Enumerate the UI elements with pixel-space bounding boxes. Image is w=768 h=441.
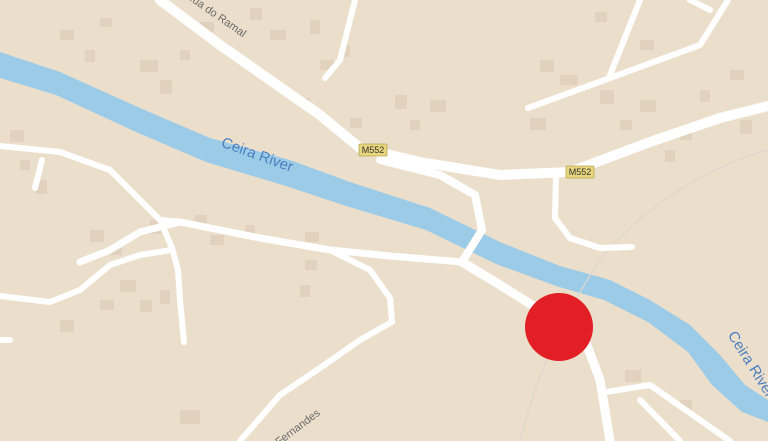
map-view[interactable]: M552 M552 Ceira River Ceira River Rua do… [0, 0, 768, 441]
route-shield-m552-1: M552 [358, 143, 388, 157]
map-canvas: M552 M552 Ceira River Ceira River Rua do… [0, 0, 768, 441]
route-shield-label: M552 [569, 167, 592, 177]
land-background [0, 0, 768, 441]
location-dot-icon[interactable] [525, 293, 593, 361]
route-shield-m552-2: M552 [565, 165, 595, 179]
route-shield-label: M552 [362, 145, 385, 155]
